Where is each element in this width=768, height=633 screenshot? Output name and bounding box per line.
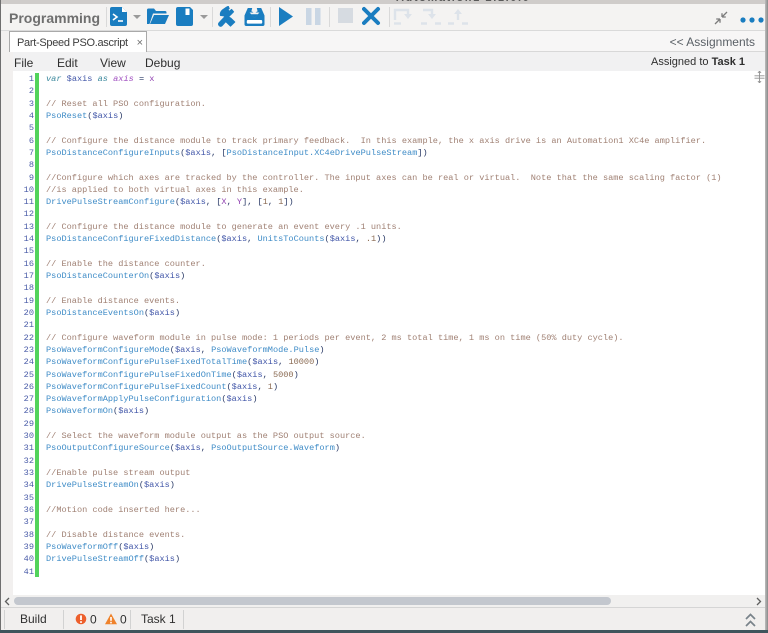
svg-text:0: 0 [120,613,127,627]
svg-text:0: 0 [90,613,97,627]
